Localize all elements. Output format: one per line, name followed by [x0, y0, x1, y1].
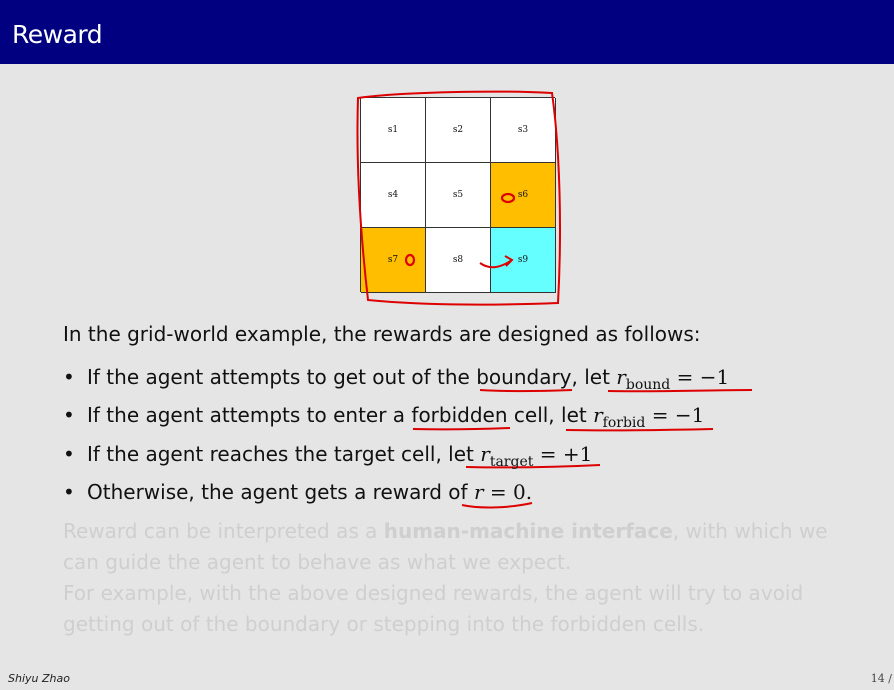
- math-expression: rbound = −1: [616, 365, 730, 393]
- bullet-boundary: • If the agent attempts to get out of the…: [63, 365, 730, 393]
- page-number: 14 /: [870, 672, 892, 685]
- bullet-text: Otherwise, the agent gets a reward of: [87, 480, 474, 504]
- bullet-text: If the agent attempts to get out of the: [87, 365, 477, 389]
- faded-paragraph-1: Reward can be interpreted as a human-mac…: [63, 519, 828, 574]
- underline-boundary: [479, 389, 573, 393]
- bullet-dot: •: [63, 480, 75, 504]
- underline-forbidden: [412, 427, 511, 431]
- grid-cell-s8: s8: [426, 228, 491, 293]
- intro-text: In the grid-world example, the rewards a…: [63, 322, 701, 346]
- bullet-text: , let: [571, 365, 617, 389]
- grid-cell-s3: s3: [491, 98, 556, 163]
- bullet-forbidden: • If the agent attempts to enter a forbid…: [63, 403, 705, 431]
- bullet-target: • If the agent reaches the target cell, l…: [63, 442, 593, 470]
- bullet-text: cell, let: [507, 403, 594, 427]
- math-expression: r = 0.: [473, 480, 533, 504]
- slide-title: Reward: [12, 20, 103, 49]
- grid-cell-s6: s6: [491, 163, 556, 228]
- bullet-otherwise: • Otherwise, the agent gets a reward of r…: [63, 480, 532, 504]
- keyword: forbidden: [411, 403, 508, 427]
- footer-author: Shiyu Zhao: [8, 672, 70, 685]
- bullet-text: If the agent reaches the target cell, le…: [87, 442, 481, 466]
- grid-world: s1 s2 s3 s4 s5 s6 s7 s8 s9: [360, 97, 556, 293]
- faded-paragraph-2: For example, with the above designed rew…: [63, 581, 804, 636]
- grid-cell-s2: s2: [426, 98, 491, 163]
- math-expression: rtarget = +1: [480, 442, 593, 470]
- faded-notes: Reward can be interpreted as a human-mac…: [63, 516, 863, 640]
- grid-cell-s4: s4: [361, 163, 426, 228]
- bullet-dot: •: [63, 403, 75, 427]
- grid-cell-s1: s1: [361, 98, 426, 163]
- bullet-text: If the agent attempts to enter a: [87, 403, 412, 427]
- grid-cell-s5: s5: [426, 163, 491, 228]
- bullet-dot: •: [63, 442, 75, 466]
- bullet-dot: •: [63, 365, 75, 389]
- slide-title-bar: Reward: [0, 0, 894, 64]
- math-expression: rforbid = −1: [593, 403, 705, 431]
- keyword: boundary: [476, 365, 572, 389]
- grid-cell-s9: s9: [491, 228, 556, 293]
- grid-cell-s7: s7: [361, 228, 426, 293]
